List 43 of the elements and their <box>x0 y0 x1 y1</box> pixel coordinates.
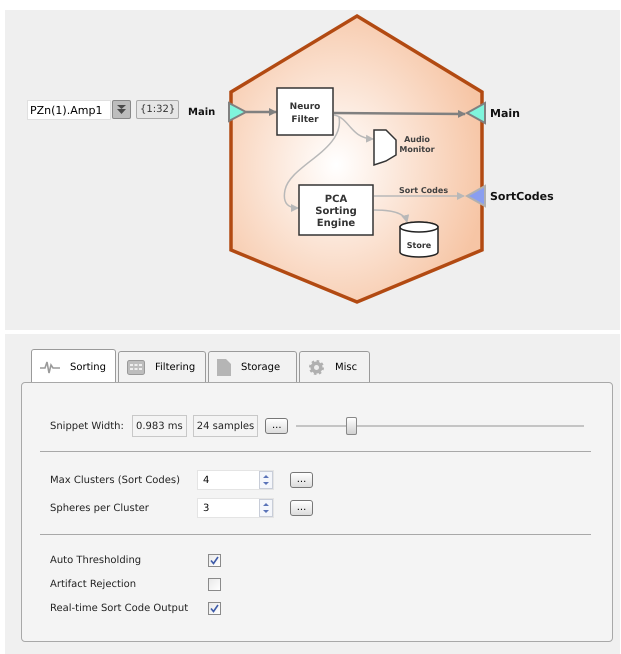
checkbox[interactable] <box>208 578 221 590</box>
storage-cylinder: Store <box>399 221 439 258</box>
checkbox-label: Artifact Rejection <box>50 578 138 592</box>
process-block: PCA Sorting Engine <box>298 184 374 236</box>
spin-arrows-icon[interactable] <box>259 499 273 517</box>
samples-field: 24 samples <box>192 415 258 437</box>
port-label: Main <box>188 107 216 118</box>
process-block: Neuro Filter <box>276 87 334 136</box>
port-label: SortCodes <box>490 190 554 203</box>
slider-thumb[interactable] <box>346 417 358 435</box>
ellipsis-button[interactable]: ... <box>290 472 313 488</box>
field-label: Snippet Width: <box>50 420 125 434</box>
tab[interactable]: Misc <box>299 351 370 383</box>
spin-arrows-icon[interactable] <box>259 471 273 489</box>
tab[interactable]: Sorting <box>31 349 116 384</box>
gear-icon <box>308 359 325 376</box>
connector-arrow <box>374 209 408 223</box>
source-field[interactable]: PZn(1).Amp1 <box>27 100 111 120</box>
spin-box[interactable]: 3 <box>197 498 274 518</box>
document-icon <box>217 359 231 376</box>
checkbox[interactable] <box>208 554 221 566</box>
ellipsis-button[interactable]: ... <box>265 418 288 434</box>
edge-label: Sort Codes <box>399 186 448 195</box>
connector-arrow <box>246 108 277 116</box>
port-label: Main <box>490 107 520 120</box>
channel-button[interactable]: {1:32} <box>136 100 180 119</box>
time-field: 0.983 ms <box>132 415 187 437</box>
field-label: Spheres per Cluster <box>50 502 150 516</box>
tab[interactable]: Filtering <box>118 351 206 383</box>
spin-value: 3 <box>202 502 210 516</box>
block-label: Audio Monitor <box>399 135 435 154</box>
checkbox-label: Real-time Sort Code Output <box>50 602 190 616</box>
checkbox-label: Auto Thresholding <box>50 554 142 568</box>
ellipsis-button[interactable]: ... <box>290 500 313 516</box>
dropdown-button[interactable] <box>112 100 131 119</box>
checkbox[interactable] <box>208 602 221 614</box>
spin-value: 4 <box>202 474 210 488</box>
tab[interactable]: Storage <box>208 351 297 383</box>
waveform-icon <box>40 359 60 375</box>
calculator-icon <box>127 360 145 375</box>
double-chevron-down-icon <box>116 104 127 115</box>
field-label: Max Clusters (Sort Codes) <box>50 474 182 488</box>
spin-box[interactable]: 4 <box>197 470 274 490</box>
